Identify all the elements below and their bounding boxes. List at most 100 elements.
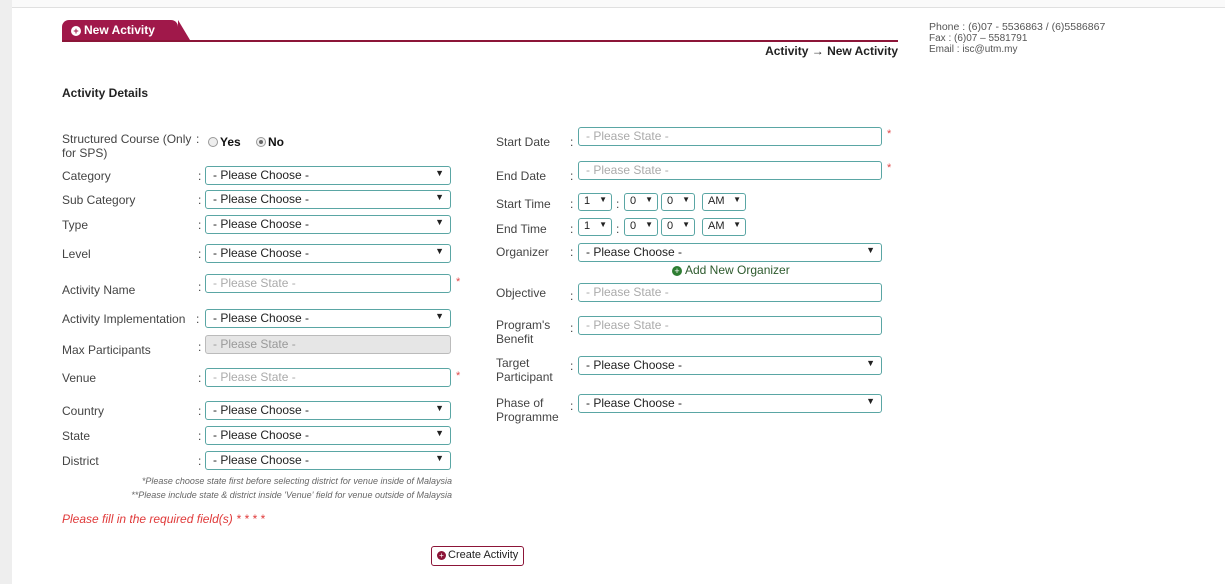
create-activity-button[interactable]: + Create Activity — [431, 546, 525, 566]
phase-select[interactable]: - Please Choose - ▼ — [578, 394, 882, 413]
colon: : — [198, 280, 202, 294]
colon: : — [198, 247, 202, 261]
contact-fax: Fax : (6)07 – 5581791 — [929, 33, 1028, 44]
chevron-down-icon: ▼ — [866, 358, 875, 368]
district-label: District — [62, 454, 99, 468]
venue-input[interactable]: - Please State - — [205, 368, 451, 387]
plus-circle-icon: + — [437, 551, 446, 560]
max-participants-input: - Please State - — [205, 335, 451, 354]
colon: : — [198, 169, 202, 183]
type-select[interactable]: - Please Choose - ▼ — [205, 215, 451, 234]
level-select[interactable]: - Please Choose - ▼ — [205, 244, 451, 263]
category-select[interactable]: - Please Choose - ▼ — [205, 166, 451, 185]
colon: : — [570, 135, 574, 149]
organizer-label: Organizer — [496, 245, 549, 259]
end-min1-select[interactable]: 0 ▼ — [624, 218, 658, 236]
colon: : — [616, 222, 620, 236]
benefit-input[interactable]: - Please State - — [578, 316, 882, 335]
end-ampm-select[interactable]: AM ▼ — [702, 218, 746, 236]
radio-no-label: No — [268, 135, 284, 149]
district-select[interactable]: - Please Choose - ▼ — [205, 451, 451, 470]
start-hour-select[interactable]: 1 ▼ — [578, 193, 612, 211]
level-value: - Please Choose - — [213, 246, 310, 260]
type-value: - Please Choose - — [213, 217, 310, 231]
start-min1-value: 0 — [630, 195, 637, 207]
required-mark: * — [456, 276, 461, 288]
colon: : — [570, 399, 574, 413]
sub-category-select[interactable]: - Please Choose - ▼ — [205, 190, 451, 209]
colon: : — [198, 193, 202, 207]
objective-label: Objective — [496, 286, 547, 300]
required-message: Please fill in the required field(s) * *… — [62, 512, 265, 526]
objective-input[interactable]: - Please State - — [578, 283, 882, 302]
target-label-line2: Participant — [496, 370, 553, 384]
type-label: Type — [62, 218, 89, 232]
phase-label-line2: Programme — [496, 410, 559, 424]
colon: : — [198, 429, 202, 443]
radio-yes-label: Yes — [220, 135, 241, 149]
plus-circle-icon: + — [71, 26, 81, 36]
phase-label: Phase of Programme — [496, 396, 559, 424]
start-date-input[interactable]: - Please State - — [578, 127, 882, 146]
end-hour-select[interactable]: 1 ▼ — [578, 218, 612, 236]
tab-new-activity[interactable]: + New Activity — [62, 20, 190, 40]
start-ampm-select[interactable]: AM ▼ — [702, 193, 746, 211]
colon: : — [570, 359, 574, 373]
organizer-select[interactable]: - Please Choose - ▼ — [578, 243, 882, 262]
add-new-organizer-link[interactable]: + Add New Organizer — [672, 263, 790, 277]
chevron-down-icon: ▼ — [682, 195, 690, 204]
target-label: Target Participant — [496, 356, 553, 384]
state-select[interactable]: - Please Choose - ▼ — [205, 426, 451, 445]
benefit-label-line1: Program's — [496, 318, 551, 332]
end-min2-select[interactable]: 0 ▼ — [661, 218, 695, 236]
chevron-down-icon: ▼ — [435, 246, 444, 256]
create-activity-label: Create Activity — [448, 549, 519, 561]
start-hour-value: 1 — [584, 195, 591, 207]
activity-name-input[interactable]: - Please State - — [205, 274, 451, 293]
start-min2-value: 0 — [667, 195, 674, 207]
phase-value: - Please Choose - — [586, 396, 683, 410]
colon: : — [196, 312, 200, 326]
contact-info: Phone : (6)07 - 5536863 / (6)5586867 Fax… — [929, 22, 1105, 56]
colon: : — [198, 218, 202, 232]
target-label-line1: Target — [496, 356, 530, 370]
chevron-down-icon: ▼ — [435, 192, 444, 202]
chevron-down-icon: ▼ — [435, 311, 444, 321]
start-min2-select[interactable]: 0 ▼ — [661, 193, 695, 211]
country-label: Country — [62, 404, 105, 418]
chevron-down-icon: ▼ — [733, 195, 741, 204]
colon: : — [570, 289, 574, 303]
end-min2-value: 0 — [667, 220, 674, 232]
state-label: State — [62, 429, 91, 443]
chevron-down-icon: ▼ — [645, 220, 653, 229]
section-title: Activity Details — [62, 86, 149, 100]
left-scrollbar-gutter — [0, 0, 12, 584]
end-min1-value: 0 — [630, 220, 637, 232]
structured-course-label: Structured Course (Only for SPS) — [62, 132, 192, 160]
chevron-down-icon: ▼ — [435, 403, 444, 413]
venue-label: Venue — [62, 371, 97, 385]
end-time-label: End Time — [496, 222, 547, 236]
radio-yes[interactable]: Yes — [208, 135, 241, 149]
country-select[interactable]: - Please Choose - ▼ — [205, 401, 451, 420]
end-ampm-value: AM — [708, 220, 725, 232]
end-date-input[interactable]: - Please State - — [578, 161, 882, 180]
chevron-down-icon: ▼ — [435, 217, 444, 227]
radio-on-icon — [256, 137, 266, 147]
venue-note: **Please include state & district inside… — [131, 490, 452, 500]
start-min1-select[interactable]: 0 ▼ — [624, 193, 658, 211]
tab-bar: + New Activity — [62, 20, 898, 42]
required-mark: * — [887, 128, 892, 140]
activity-name-label: Activity Name — [62, 283, 136, 297]
chevron-down-icon: ▼ — [866, 396, 875, 406]
chevron-down-icon: ▼ — [682, 220, 690, 229]
phase-label-line1: Phase of — [496, 396, 544, 410]
radio-no[interactable]: No — [256, 135, 284, 149]
max-participants-label: Max Participants — [62, 343, 151, 357]
implementation-value: - Please Choose - — [213, 311, 310, 325]
target-select[interactable]: - Please Choose - ▼ — [578, 356, 882, 375]
implementation-select[interactable]: - Please Choose - ▼ — [205, 309, 451, 328]
sub-category-value: - Please Choose - — [213, 192, 310, 206]
colon: : — [198, 404, 202, 418]
colon: : — [570, 245, 574, 259]
